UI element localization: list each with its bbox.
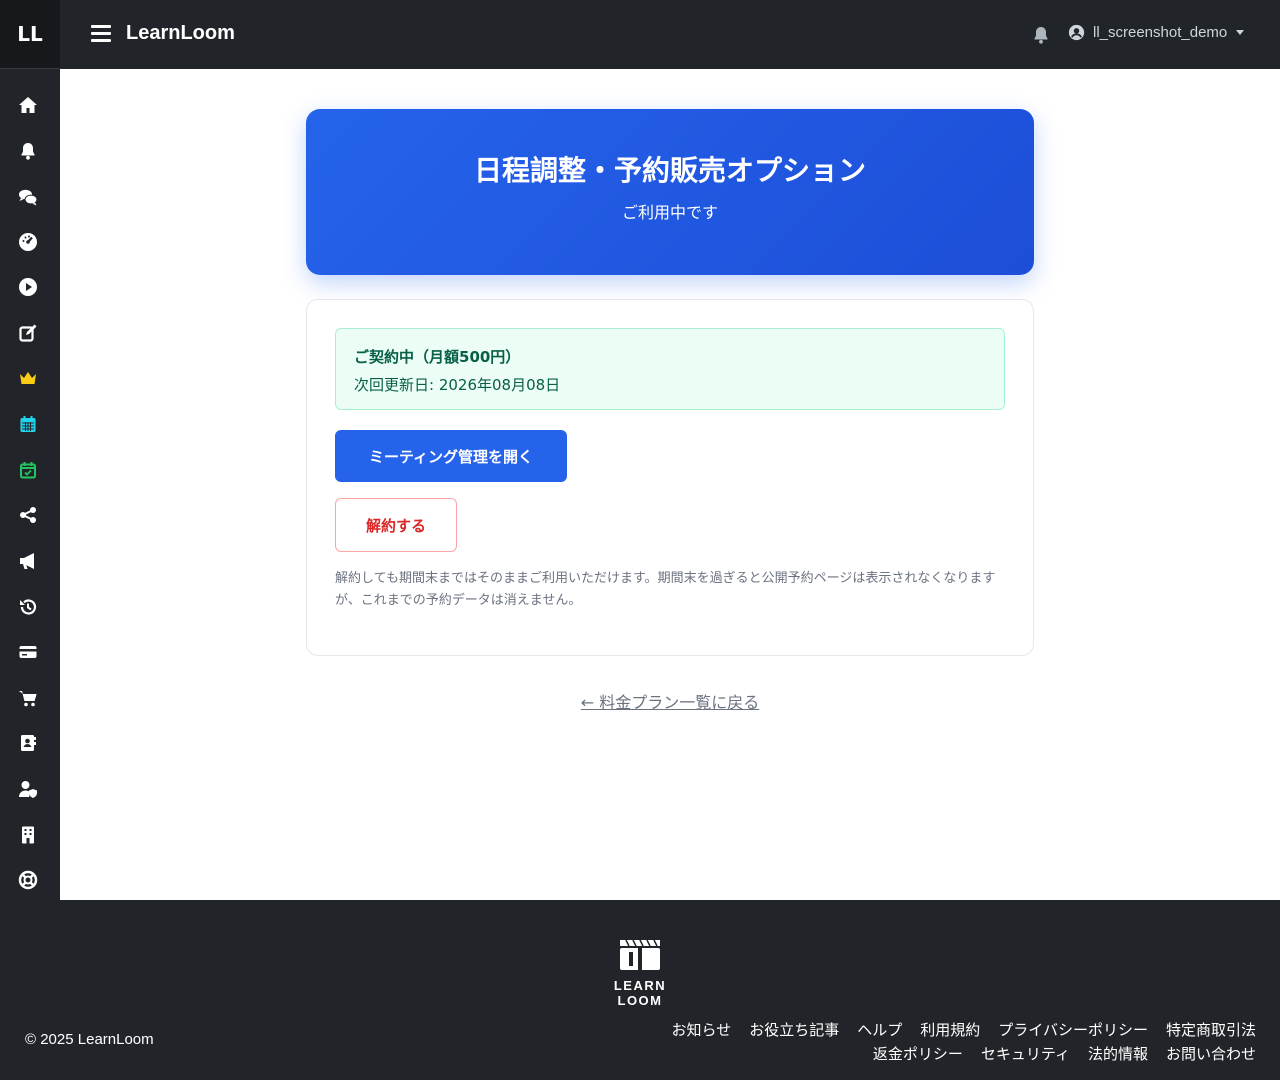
option-hero-banner: 日程調整・予約販売オプション ご利用中です	[306, 109, 1034, 275]
back-to-pricing-link[interactable]: ← 料金プラン一覧に戻る	[0, 689, 1280, 713]
footer-link-articles[interactable]: お役立ち記事	[749, 1021, 839, 1039]
footer-links: お知らせ お役立ち記事 ヘルプ 利用規約 プライバシーポリシー 特定商取引法返金ポリシーセ…	[636, 1018, 1256, 1066]
history-icon[interactable]	[17, 596, 39, 618]
building-icon[interactable]	[17, 824, 39, 846]
crown-icon[interactable]	[17, 367, 39, 389]
notifications-bell-icon[interactable]	[1031, 25, 1051, 45]
share-icon[interactable]	[17, 504, 39, 526]
lifebuoy-icon[interactable]	[17, 869, 39, 891]
copyright-text: © 2025 LearnLoom	[25, 1031, 154, 1048]
footer-link-privacy[interactable]: プライバシーポリシー	[998, 1021, 1148, 1039]
bell-icon[interactable]	[17, 140, 39, 162]
footer-link-contact[interactable]: お問い合わせ	[1166, 1045, 1256, 1063]
calendar-icon[interactable]	[17, 413, 39, 435]
footer: LEARN LOOM © 2025 LearnLoom お知らせ お役立ち記事 ヘル…	[0, 900, 1280, 1080]
username-label: ll_screenshot_demo	[1093, 24, 1228, 41]
footer-link-security[interactable]: セキュリティ	[981, 1045, 1070, 1063]
home-icon[interactable]	[17, 94, 39, 116]
play-icon[interactable]	[17, 276, 39, 298]
megaphone-icon[interactable]	[17, 550, 39, 572]
cancellation-note: 解約しても期間末まではそのままご利用いただけます。期間末を過ぎると公開予約ページ…	[335, 571, 996, 608]
contract-status: ご契約中（月額500円）	[354, 348, 521, 366]
logo-wordmark: LEARN LOOM	[613, 978, 667, 1008]
footer-link-refund[interactable]: 返金ポリシー	[873, 1045, 963, 1063]
cancel-subscription-button[interactable]: 解約する	[335, 498, 457, 552]
sidebar	[0, 69, 60, 900]
chevron-down-icon	[1236, 30, 1245, 35]
chat-icon[interactable]	[17, 186, 39, 208]
next-renewal-date: 次回更新日: 2026年08月08日	[354, 376, 561, 394]
footer-link-help[interactable]: ヘルプ	[857, 1021, 902, 1039]
credit-card-icon[interactable]	[17, 641, 39, 663]
calendar-check-icon[interactable]	[17, 459, 39, 481]
app-title[interactable]: LearnLoom	[126, 22, 235, 45]
user-menu-dropdown[interactable]: ll_screenshot_demo	[1068, 24, 1245, 41]
user-circle-icon	[1068, 24, 1085, 41]
address-book-icon[interactable]	[17, 732, 39, 754]
open-meeting-management-button[interactable]: ミーティング管理を開く	[335, 430, 567, 482]
subscription-status-box: ご契約中（月額500円） 次回更新日: 2026年08月08日	[335, 328, 1005, 410]
footer-link-terms[interactable]: 利用規約	[920, 1021, 980, 1039]
menu-toggle-icon[interactable]	[91, 25, 111, 43]
user-shield-icon[interactable]	[17, 778, 39, 800]
learnloom-logo-mark	[620, 939, 660, 970]
page-subtitle: ご利用中です	[621, 203, 718, 222]
edit-icon[interactable]	[17, 322, 39, 344]
page-title: 日程調整・予約販売オプション	[473, 155, 866, 186]
footer-link-legal[interactable]: 法的情報	[1088, 1045, 1148, 1063]
top-navbar: LL LearnLoom ll_screenshot_demo	[0, 0, 1280, 69]
brand-logo[interactable]: LL	[0, 0, 60, 69]
footer-link-commerce-law[interactable]: 特定商取引法	[1166, 1021, 1256, 1039]
subscription-card: ご契約中（月額500円） 次回更新日: 2026年08月08日 ミーティング管理…	[306, 299, 1034, 656]
learnloom-logo[interactable]: LEARN LOOM	[590, 938, 690, 1008]
dashboard-icon[interactable]	[17, 231, 39, 253]
footer-link-news[interactable]: お知らせ	[672, 1021, 732, 1039]
